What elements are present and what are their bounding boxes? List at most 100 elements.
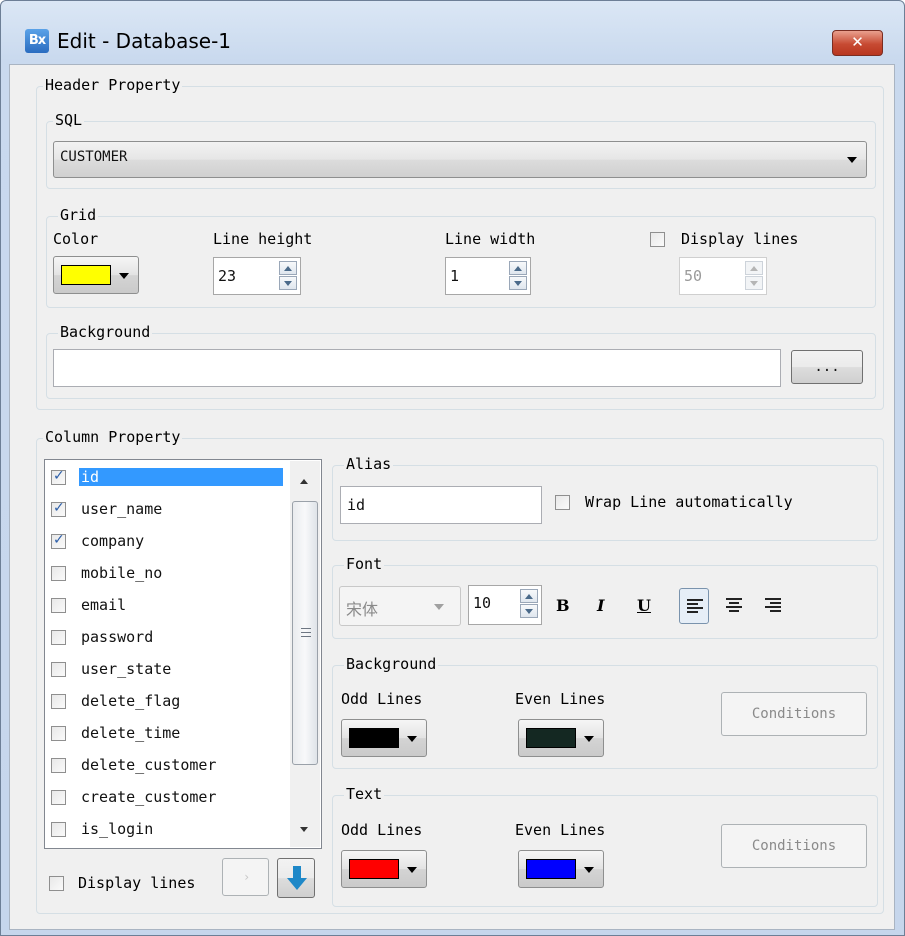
list-item[interactable]: password — [49, 622, 285, 652]
text-even-color-picker[interactable] — [518, 850, 604, 888]
font-size-stepper[interactable]: 10 — [468, 585, 542, 625]
wrap-line-checkbox[interactable] — [555, 495, 570, 510]
list-item[interactable]: user_state — [49, 654, 285, 684]
grid-color-label: Color — [53, 230, 99, 248]
list-item[interactable]: create_customer — [49, 782, 285, 812]
text-odd-color-picker[interactable] — [341, 850, 427, 888]
font-family-select: 宋体 — [339, 586, 461, 626]
alias-input[interactable]: id — [340, 486, 542, 524]
arrow-up-icon: › — [243, 870, 251, 884]
align-center-icon[interactable] — [726, 598, 742, 612]
column-display-lines-checkbox[interactable] — [49, 876, 64, 891]
list-item[interactable]: is_login — [49, 814, 285, 844]
move-up-button: › — [222, 858, 269, 896]
spin-up-button[interactable] — [509, 261, 527, 275]
wrap-line-label: Wrap Line automatically — [585, 493, 793, 511]
bg-even-color-swatch — [526, 728, 576, 748]
header-background-legend: Background — [58, 323, 153, 341]
text-odd-lines-label: Odd Lines — [341, 821, 423, 839]
scrollbar-thumb[interactable] — [292, 501, 318, 765]
italic-button[interactable]: I — [597, 596, 604, 615]
line-height-stepper[interactable]: 23 — [213, 257, 301, 295]
text-even-lines-label: Even Lines — [515, 821, 606, 839]
sql-select[interactable]: CUSTOMER — [53, 141, 867, 178]
column-checkbox[interactable] — [51, 662, 66, 677]
chevron-down-icon — [119, 273, 129, 279]
column-checkbox[interactable] — [51, 790, 66, 805]
browse-button[interactable]: ... — [791, 350, 863, 384]
line-width-value: 1 — [450, 267, 460, 285]
chevron-down-icon — [584, 736, 594, 742]
spin-up-button — [745, 261, 763, 275]
text-conditions-button: Conditions — [721, 824, 867, 868]
scroll-down-icon[interactable] — [300, 827, 308, 832]
list-item[interactable]: user_name — [49, 494, 285, 524]
column-background-legend: Background — [344, 655, 439, 673]
move-down-button[interactable] — [277, 858, 315, 898]
align-left-icon — [687, 599, 703, 613]
column-checkbox[interactable] — [51, 598, 66, 613]
column-property-legend: Column Property — [43, 428, 183, 446]
text-odd-color-swatch — [349, 859, 399, 879]
grid-color-swatch — [61, 265, 111, 285]
bg-even-lines-label: Even Lines — [515, 690, 606, 708]
column-checkbox[interactable] — [51, 694, 66, 709]
sql-legend: SQL — [53, 111, 85, 129]
display-lines-value: 50 — [684, 267, 703, 285]
scroll-up-icon[interactable] — [300, 479, 308, 484]
bg-odd-color-swatch — [349, 728, 399, 748]
column-checkbox[interactable] — [51, 566, 66, 581]
alias-value: id — [347, 496, 366, 514]
line-height-label: Line height — [213, 230, 313, 248]
align-right-icon[interactable] — [765, 598, 781, 612]
underline-button[interactable]: U — [637, 596, 651, 615]
spin-down-button[interactable] — [279, 276, 297, 290]
bg-conditions-button: Conditions — [721, 692, 867, 736]
list-item[interactable]: id — [49, 462, 285, 492]
spin-down-button[interactable] — [520, 604, 538, 618]
list-item[interactable]: company — [49, 526, 285, 556]
grid-legend: Grid — [58, 206, 99, 224]
sql-select-value: CUSTOMER — [60, 149, 128, 165]
grid-color-picker[interactable] — [53, 256, 139, 294]
chevron-down-icon — [407, 867, 417, 873]
text-color-legend: Text — [344, 785, 385, 803]
line-width-stepper[interactable]: 1 — [445, 257, 531, 295]
bg-odd-lines-label: Odd Lines — [341, 690, 423, 708]
font-size-value: 10 — [473, 594, 492, 612]
column-checkbox[interactable] — [51, 630, 66, 645]
list-item[interactable]: mobile_no — [49, 558, 285, 588]
column-checkbox[interactable] — [51, 822, 66, 837]
spin-down-button[interactable] — [509, 276, 527, 290]
column-list[interactable]: id user_name company mobile_no email pas… — [44, 459, 322, 849]
bg-even-color-picker[interactable] — [518, 719, 604, 757]
title-bar[interactable]: Bx Edit - Database-1 ✕ — [1, 1, 904, 65]
bg-odd-color-picker[interactable] — [341, 719, 427, 757]
font-family-value: 宋体 — [346, 600, 379, 619]
alias-legend: Alias — [344, 455, 394, 473]
align-left-button[interactable] — [679, 588, 709, 624]
grid-display-lines-checkbox[interactable] — [650, 232, 665, 247]
chevron-down-icon — [847, 157, 857, 163]
font-legend: Font — [344, 555, 385, 573]
display-lines-stepper: 50 — [679, 257, 767, 295]
column-checkbox[interactable] — [51, 758, 66, 773]
column-checkbox[interactable] — [51, 532, 66, 549]
column-checkbox[interactable] — [51, 500, 66, 517]
column-display-lines-label: Display lines — [78, 874, 196, 892]
list-item[interactable]: delete_time — [49, 718, 285, 748]
column-checkbox[interactable] — [51, 726, 66, 741]
spin-down-button — [745, 276, 763, 290]
column-checkbox[interactable] — [51, 468, 66, 485]
app-logo-icon: Bx — [25, 29, 49, 53]
list-item[interactable]: delete_flag — [49, 686, 285, 716]
column-list-scrollbar[interactable] — [290, 461, 320, 847]
bold-button[interactable]: B — [556, 596, 570, 615]
list-item[interactable]: email — [49, 590, 285, 620]
background-image-input[interactable] — [53, 349, 781, 387]
close-button[interactable]: ✕ — [832, 30, 883, 56]
list-item[interactable]: delete_customer — [49, 750, 285, 780]
line-height-value: 23 — [218, 267, 237, 285]
spin-up-button[interactable] — [520, 589, 538, 603]
spin-up-button[interactable] — [279, 261, 297, 275]
